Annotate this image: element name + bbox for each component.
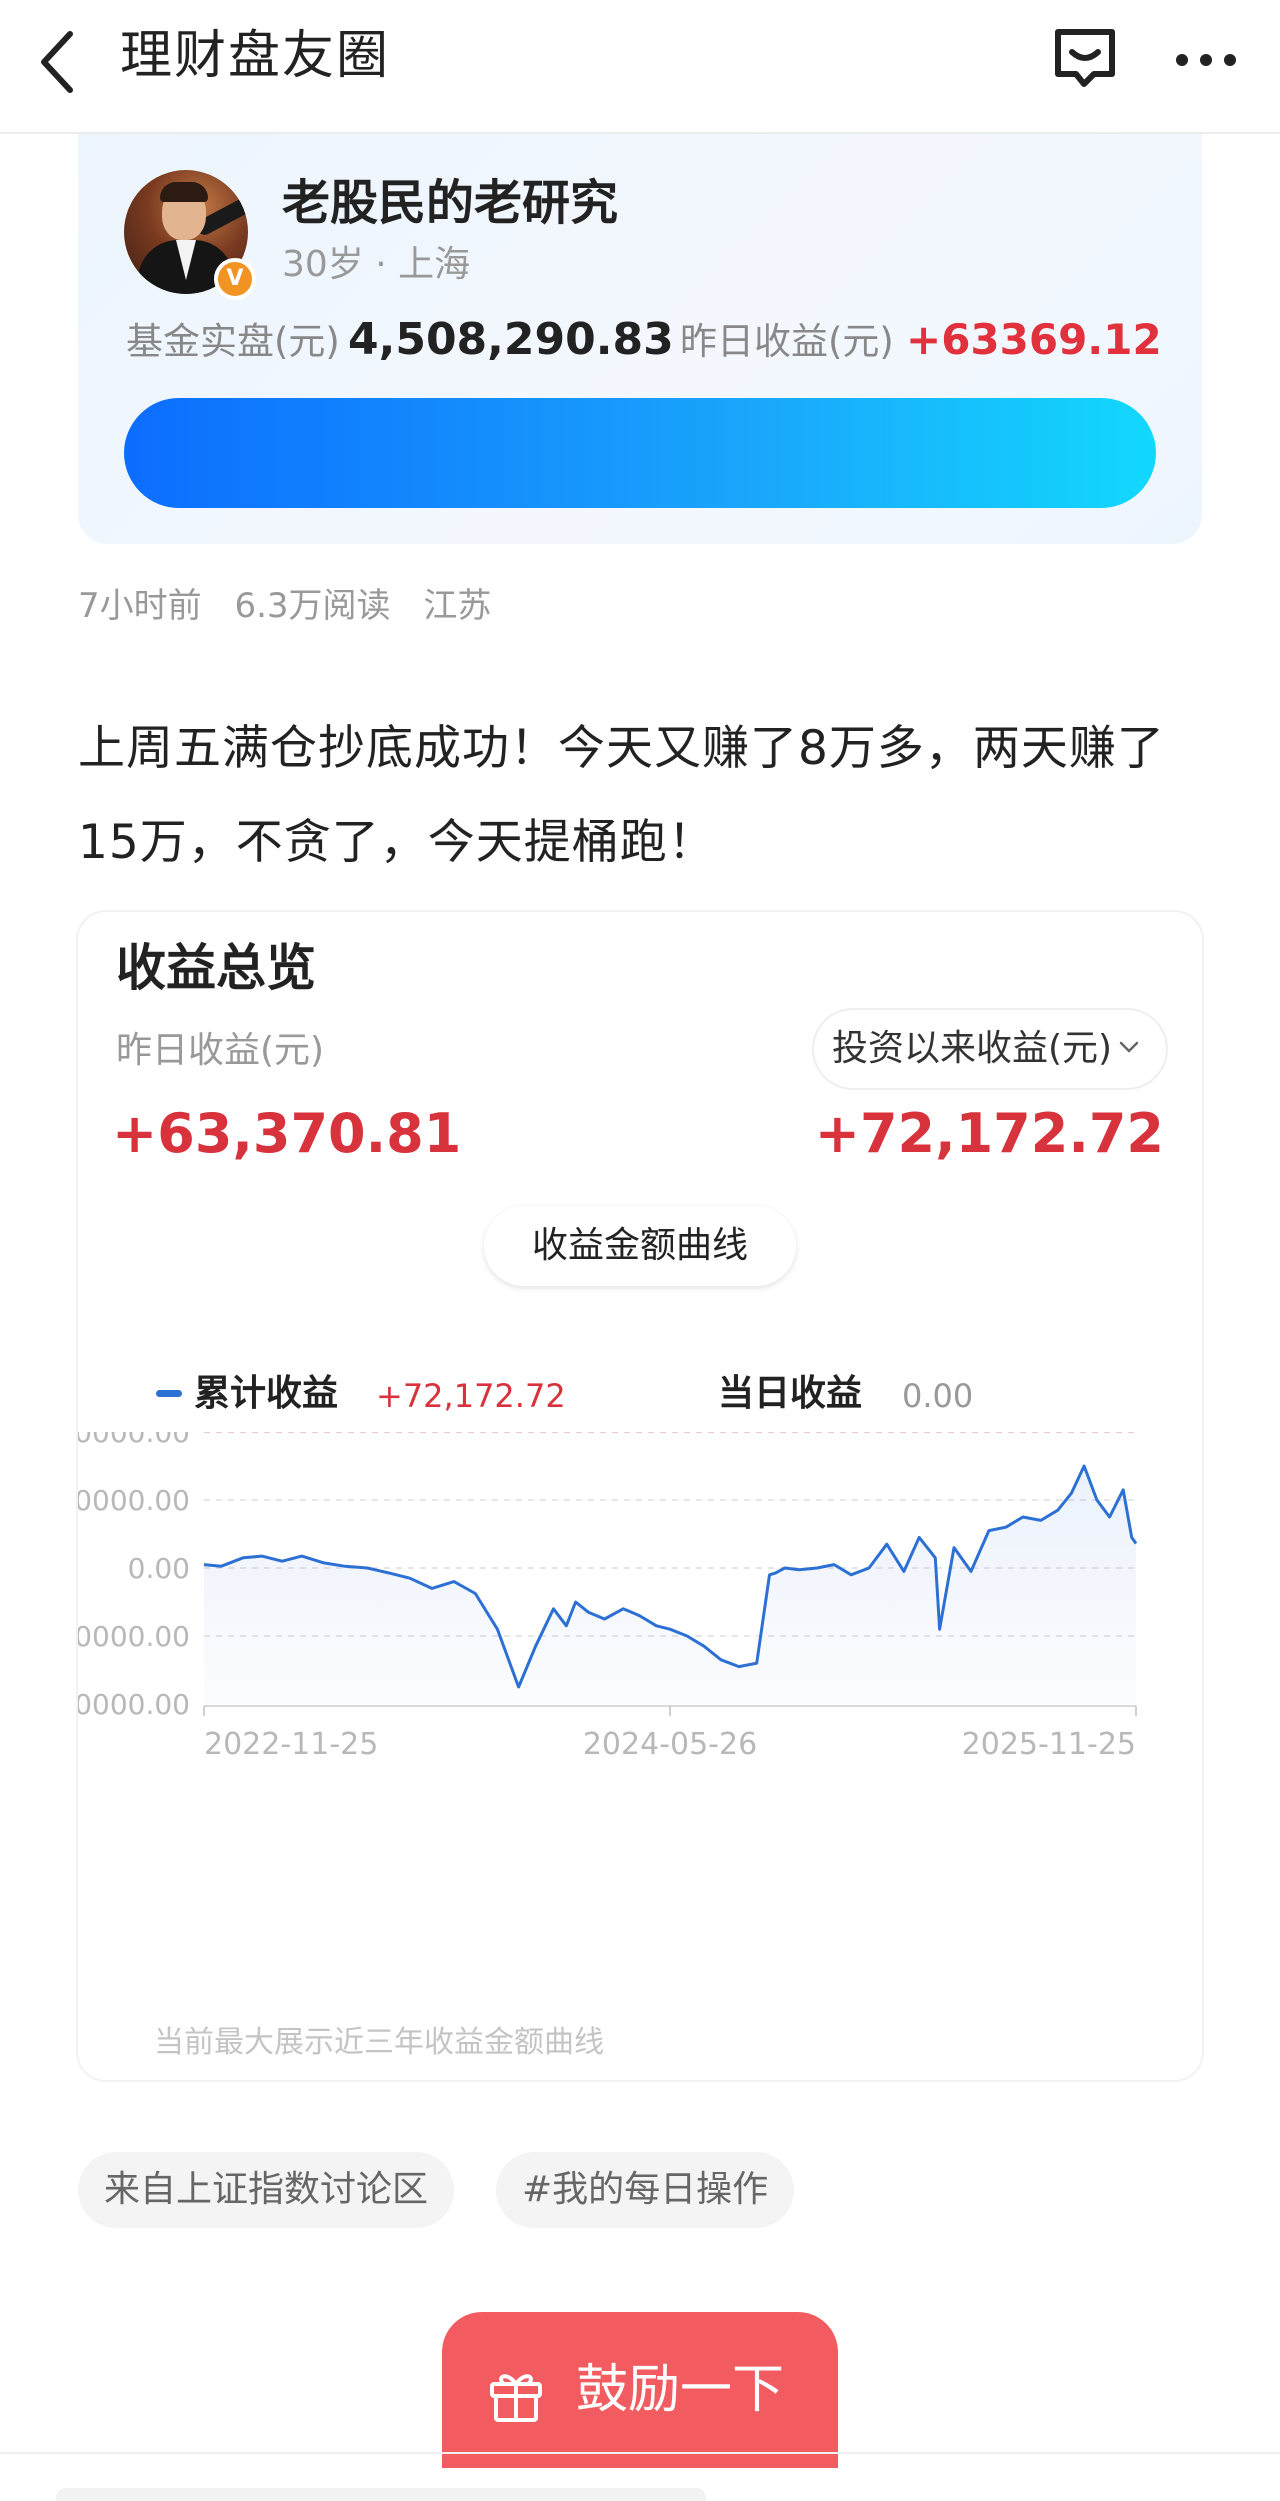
- series-area-cumulative: [204, 1466, 1136, 1704]
- page-title: 理财盘友圈: [120, 26, 391, 86]
- tag-forum-source[interactable]: 来自上证指数讨论区: [78, 2152, 455, 2228]
- legend-swatch-cumulative: [156, 1390, 182, 1397]
- fund-holdings-label: 基金实盘(元): [126, 320, 340, 363]
- x-tick-label: 2022-11-25: [204, 1727, 378, 1762]
- message-button[interactable]: [1050, 24, 1120, 94]
- earnings-curve-button[interactable]: 收益金额曲线: [484, 1206, 796, 1286]
- encourage-button[interactable]: 鼓励一下: [442, 2312, 838, 2468]
- fund-holdings-value: 4,508,290.83: [348, 314, 674, 365]
- legend-daily-label[interactable]: 当日收益: [718, 1366, 862, 1422]
- post-location: 江苏: [423, 586, 492, 626]
- follow-button[interactable]: [124, 398, 1156, 508]
- post-body: 上周五满仓抄底成功！今天又赚了8万多，两天赚了15万，不贪了，今天提桶跑！: [78, 721, 1165, 870]
- y-tick-label: -400000.00: [78, 1688, 190, 1721]
- chevron-down-icon: [1119, 1041, 1139, 1053]
- earnings-chart[interactable]: +400000.00 +200000.00 0.00 -200000.00 -40000…: [78, 1432, 1202, 1892]
- more-horizontal-icon: [1176, 54, 1236, 66]
- y-tick-label: +400000.00: [78, 1432, 190, 1449]
- tag-forum-source-label: 来自上证指数讨论区: [104, 2169, 429, 2210]
- y-tick-label: 0.00: [128, 1552, 190, 1585]
- message-icon: [1055, 29, 1115, 87]
- yesterday-earnings-value: +63,370.81: [112, 1102, 462, 1165]
- tag-topic-label: #我的每日操作: [522, 2169, 769, 2210]
- yesterday-earnings-value: +63369.12: [906, 315, 1162, 364]
- tag-topic[interactable]: #我的每日操作: [496, 2152, 795, 2228]
- post-time: 7小时前: [78, 586, 202, 626]
- earnings-overview-card: 收益总览 昨日收益(元) 投资以来收益(元) +63,370.81 +72,17…: [78, 912, 1202, 2080]
- gift-icon: [490, 2374, 542, 2422]
- author-meta: 30岁 · 上海: [282, 244, 471, 285]
- x-tick-label: 2025-11-25: [962, 1727, 1136, 1762]
- more-button[interactable]: [1170, 30, 1242, 90]
- top-nav-bar: 理财盘友圈: [0, 0, 1280, 134]
- verified-badge-icon: V: [214, 258, 256, 300]
- earnings-title: 收益总览: [116, 939, 316, 997]
- post-meta: 7小时前 6.3万阅读 江苏: [78, 580, 513, 632]
- post-reads: 6.3万阅读: [234, 586, 391, 626]
- yesterday-earnings-label: 昨日收益(元): [116, 1030, 325, 1071]
- earnings-period-label: 投资以来收益(元): [832, 1028, 1113, 1069]
- author-name[interactable]: 老股民的老研究: [282, 172, 618, 234]
- y-tick-label: -200000.00: [78, 1620, 190, 1653]
- legend-cumulative-value: +72,172.72: [376, 1377, 566, 1415]
- legend-daily-value: 0.00: [902, 1377, 974, 1415]
- chart-footnote: 当前最大展示近三年收益金额曲线: [154, 2025, 604, 2060]
- legend-cumulative-label[interactable]: 累计收益: [194, 1366, 338, 1422]
- x-tick-label: 2024-05-26: [583, 1727, 757, 1762]
- earnings-period-select[interactable]: 投资以来收益(元): [814, 1010, 1166, 1088]
- author-profile-card[interactable]: V 老股民的老研究 30岁 · 上海 基金实盘(元) 4,508,290.83 …: [78, 134, 1202, 544]
- comment-input-bar[interactable]: [56, 2488, 706, 2501]
- back-button[interactable]: [30, 22, 90, 102]
- chevron-left-icon: [41, 31, 73, 93]
- y-tick-label: +200000.00: [78, 1484, 190, 1517]
- yesterday-earnings-label: 昨日收益(元): [680, 320, 894, 363]
- total-earnings-value: +72,172.72: [814, 1102, 1164, 1165]
- bottom-divider: [0, 2452, 1280, 2454]
- encourage-label: 鼓励一下: [576, 2360, 785, 2420]
